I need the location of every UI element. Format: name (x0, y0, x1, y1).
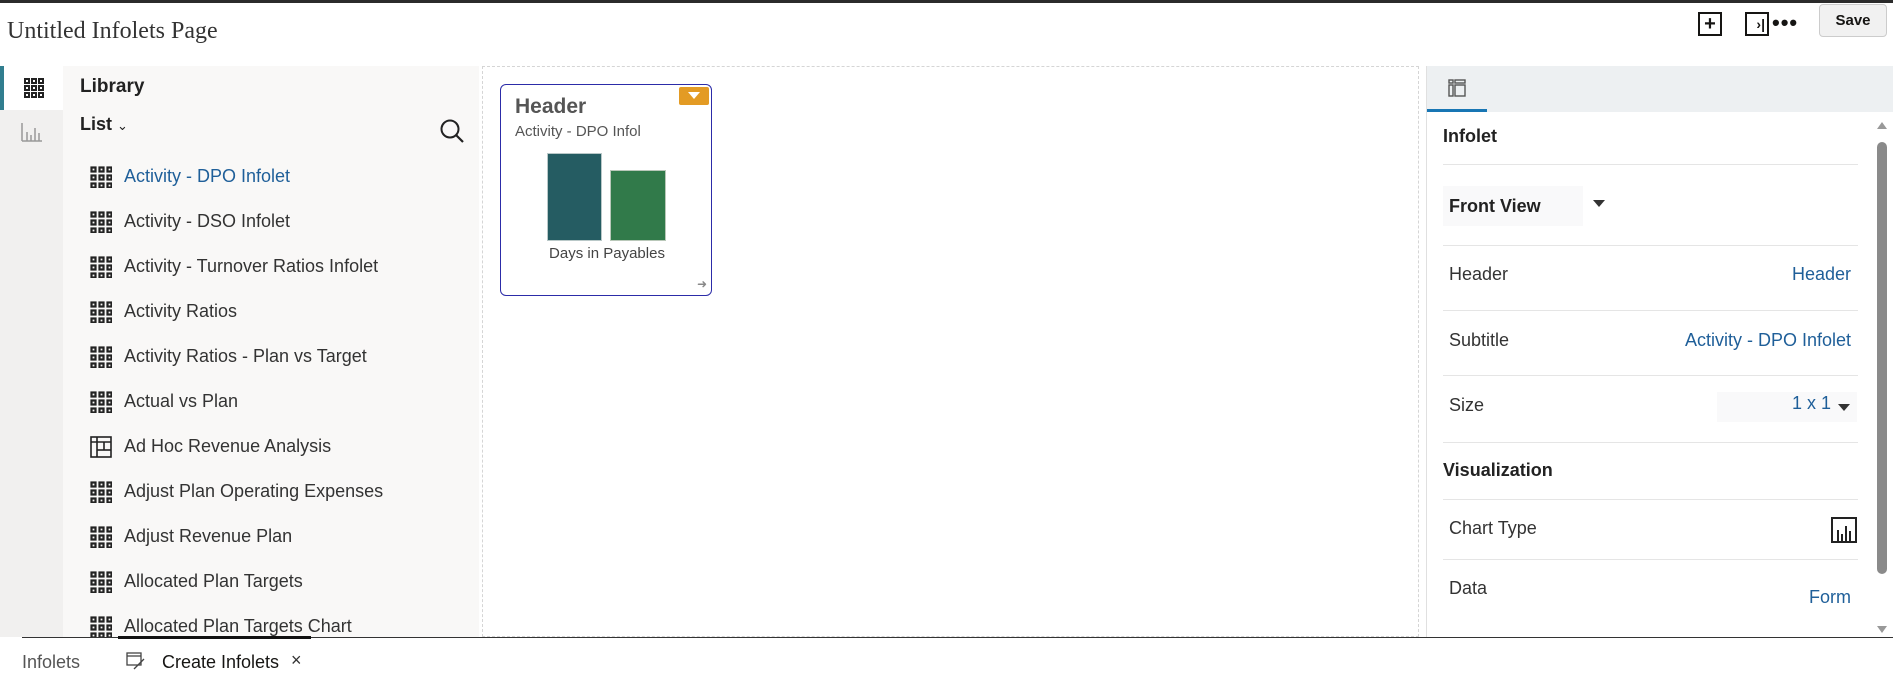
caret-down-icon[interactable] (1593, 200, 1605, 208)
library-item-label: Activity Ratios (124, 301, 238, 321)
divider (1443, 310, 1858, 311)
infolet-grid-icon (90, 615, 112, 637)
view-dropdown[interactable]: Front View (1443, 186, 1583, 226)
library-item-label: Activity Ratios - Plan vs Target (124, 346, 367, 366)
library-tab[interactable] (0, 66, 63, 110)
infolet-grid-icon (90, 525, 112, 548)
scroll-down-icon[interactable] (1877, 626, 1887, 633)
top-border (0, 0, 1893, 3)
section-visualization: Visualization (1443, 460, 1553, 480)
active-tab-indicator (118, 636, 311, 639)
divider (1443, 442, 1858, 443)
subtitle-value-link[interactable]: Activity - DPO Infolet (1685, 330, 1851, 351)
divider (1443, 245, 1858, 246)
save-button[interactable]: Save (1819, 4, 1887, 37)
card-caption: Days in Payables (549, 245, 665, 262)
library-item[interactable]: Ad Hoc Revenue Analysis (90, 424, 331, 469)
chart-type-label: Chart Type (1449, 518, 1537, 538)
size-label: Size (1449, 395, 1485, 415)
infolet-grid-icon (90, 300, 112, 323)
library-item-label: Activity - Turnover Ratios Infolet (124, 256, 379, 276)
library-panel: Library List ⌄ Activity - DPO Infolet Act… (63, 66, 479, 637)
size-dropdown[interactable] (1717, 392, 1857, 422)
page-title: Untitled Infolets Page (7, 18, 218, 44)
tab-create-infolets[interactable]: Create Infolets (162, 652, 279, 673)
view-label: List (80, 114, 113, 134)
library-item-label: Actual vs Plan (124, 391, 239, 411)
infolet-grid-icon (90, 570, 112, 593)
panel-icon: ›| (1756, 16, 1765, 32)
infolet-grid-icon (90, 210, 112, 233)
subtitle-label: Subtitle (1449, 330, 1510, 350)
properties-tab[interactable] (1427, 66, 1487, 112)
library-item[interactable]: Activity Ratios (90, 289, 237, 334)
card-menu-button[interactable] (679, 87, 709, 105)
infolet-card[interactable]: Header Activity - DPO Infol Days in Paya… (500, 84, 712, 296)
library-item-label: Adjust Revenue Plan (124, 526, 293, 546)
library-item[interactable]: Activity - DPO Infolet (90, 154, 290, 199)
library-item[interactable]: Activity - Turnover Ratios Infolet (90, 244, 378, 289)
library-item[interactable]: Allocated Plan Targets Chart (90, 604, 352, 637)
library-item[interactable]: Adjust Plan Operating Expenses (90, 469, 383, 514)
close-tab-button[interactable]: × (291, 650, 302, 671)
size-value[interactable]: 1 x 1 (1792, 393, 1831, 414)
library-item[interactable]: Activity - DSO Infolet (90, 199, 290, 244)
layout-icon (1448, 78, 1466, 97)
card-header: Header (515, 95, 587, 118)
view-selector[interactable]: List ⌄ (80, 114, 128, 135)
card-subtitle: Activity - DPO Infol (515, 123, 641, 140)
library-item-label: Allocated Plan Targets (124, 571, 303, 591)
bar-1 (547, 153, 602, 241)
library-item[interactable]: Actual vs Plan (90, 379, 238, 424)
library-item-label: Activity - DSO Infolet (124, 211, 291, 231)
divider (1443, 164, 1858, 165)
properties-panel: Infolet Front View Header Header Subtitl… (1426, 66, 1893, 637)
properties-tabs (1427, 66, 1893, 112)
scrollbar-thumb[interactable] (1877, 142, 1887, 574)
search-icon[interactable] (439, 118, 465, 144)
library-item-label: Activity - DPO Infolet (124, 166, 291, 186)
divider (1443, 559, 1858, 560)
library-item-label: Allocated Plan Targets Chart (124, 616, 352, 636)
divider (1443, 499, 1858, 500)
library-item[interactable]: Activity Ratios - Plan vs Target (90, 334, 367, 379)
library-title: Library (80, 76, 145, 97)
infolet-grid-icon (90, 480, 112, 503)
library-item[interactable]: Allocated Plan Targets (90, 559, 303, 604)
infolet-grid-icon (90, 255, 112, 278)
section-infolet: Infolet (1443, 126, 1497, 146)
add-infolet-button[interactable]: + (1698, 12, 1722, 36)
infolet-grid-icon (23, 78, 44, 98)
form-table-icon (90, 435, 112, 458)
header-value-link[interactable]: Header (1792, 264, 1851, 285)
infolet-grid-icon (90, 345, 112, 368)
flip-arrow-icon[interactable]: ➜ (697, 277, 707, 291)
bar-chart-icon[interactable] (1831, 517, 1857, 543)
more-actions-button[interactable]: ••• (1772, 10, 1798, 36)
infolet-grid-icon (90, 390, 112, 413)
scroll-up-icon[interactable] (1877, 122, 1887, 129)
edit-form-icon (126, 652, 145, 670)
divider (1443, 375, 1858, 376)
bar-chart-icon (20, 123, 42, 142)
data-value-link[interactable]: Form (1809, 587, 1851, 608)
library-item-label: Ad Hoc Revenue Analysis (124, 436, 332, 456)
bar-2 (610, 170, 666, 241)
caret-down-icon (688, 92, 700, 99)
properties-scrollbar[interactable] (1875, 118, 1887, 636)
chevron-down-icon: ⌄ (117, 118, 128, 133)
collapse-panel-button[interactable]: ›| (1745, 12, 1769, 36)
header-label: Header (1449, 264, 1509, 284)
charts-tab[interactable] (0, 110, 63, 154)
caret-down-icon[interactable] (1838, 404, 1850, 412)
library-item[interactable]: Adjust Revenue Plan (90, 514, 292, 559)
infolet-grid-icon (90, 165, 112, 188)
data-label: Data (1449, 578, 1488, 598)
tab-infolets[interactable]: Infolets (22, 652, 80, 673)
library-item-label: Adjust Plan Operating Expenses (124, 481, 384, 501)
